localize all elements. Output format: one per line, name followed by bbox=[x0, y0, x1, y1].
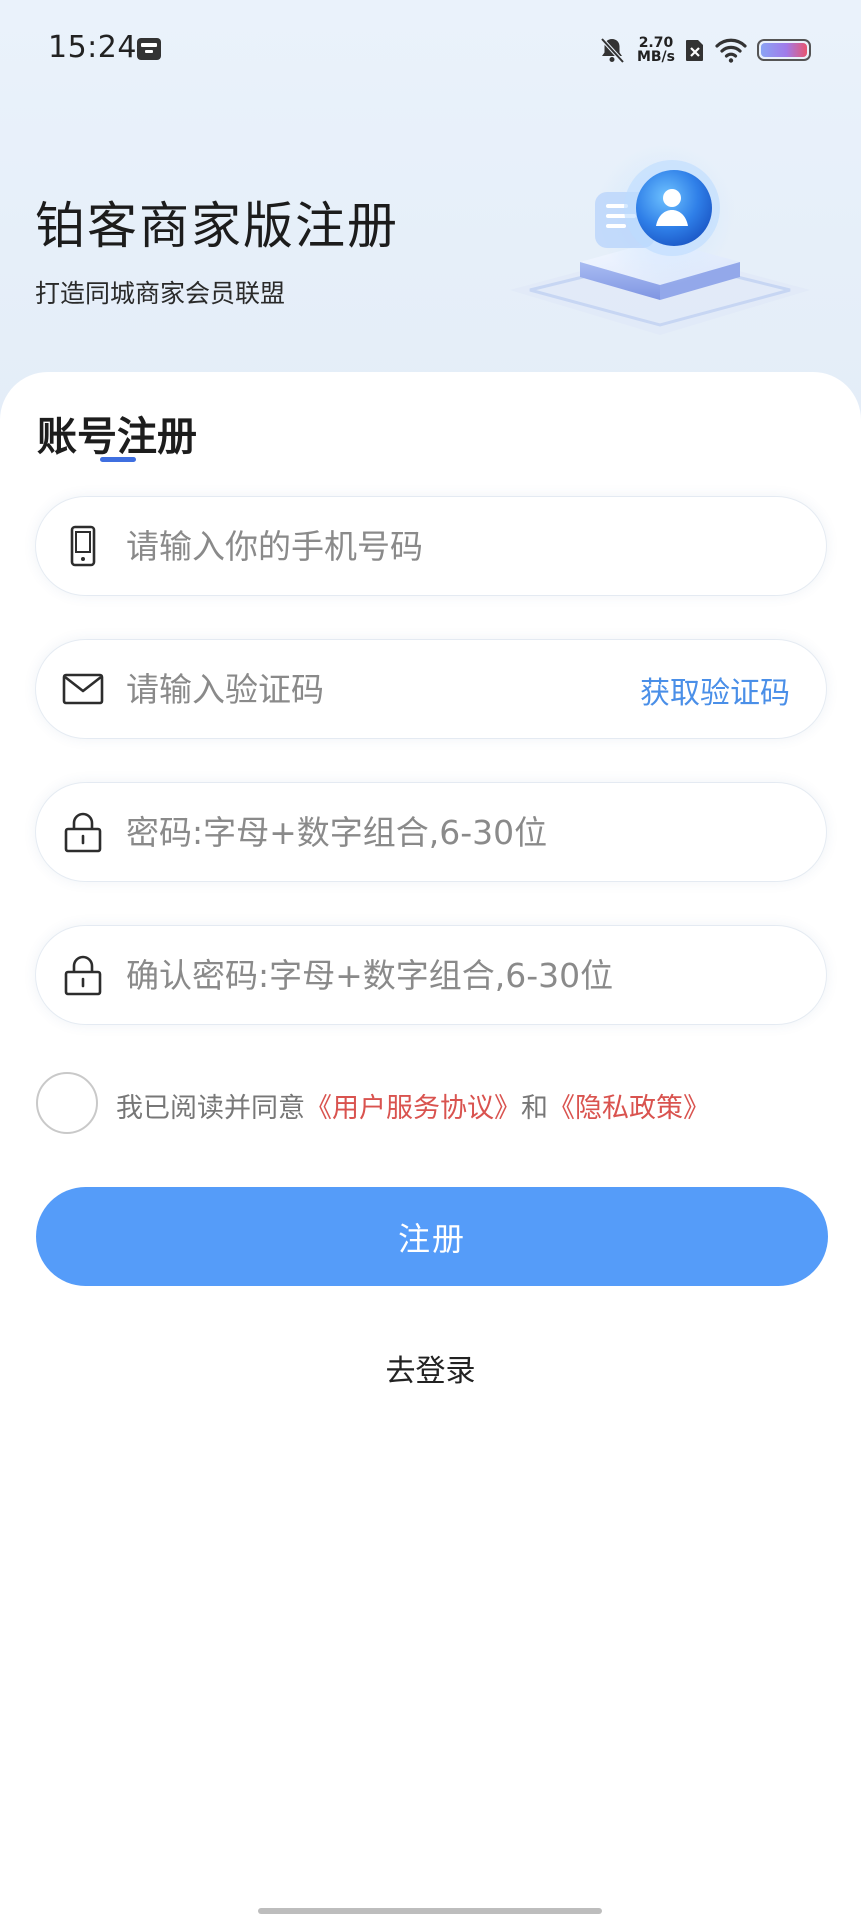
code-input[interactable] bbox=[126, 662, 646, 716]
section-title: 账号注册 bbox=[37, 414, 197, 460]
agreement-checkbox[interactable] bbox=[36, 1072, 98, 1134]
status-bar: 15:24 2.70 MB/s bbox=[0, 0, 861, 100]
network-speed-unit: MB/s bbox=[636, 49, 675, 65]
member-illustration-icon bbox=[510, 145, 810, 335]
status-icons: 2.70 MB/s bbox=[597, 30, 813, 70]
home-indicator[interactable] bbox=[258, 1908, 602, 1914]
page-subtitle: 打造同城商家会员联盟 bbox=[35, 279, 286, 308]
phone-icon bbox=[70, 525, 96, 567]
register-screen: 15:24 2.70 MB/s 铂客商家版注册 打造同城商家会员联盟 账号注册 … bbox=[0, 0, 861, 1920]
privacy-link[interactable]: 《隐私政策》 bbox=[548, 1093, 710, 1124]
status-time: 15:24 bbox=[48, 30, 137, 65]
form-card bbox=[0, 372, 861, 1920]
network-speed-value: 2.70 bbox=[638, 35, 674, 51]
phone-field[interactable] bbox=[36, 497, 826, 595]
notification-app-icon bbox=[137, 38, 161, 60]
register-button[interactable]: 注册 bbox=[36, 1187, 828, 1286]
confirm-password-input[interactable] bbox=[126, 948, 786, 1002]
agreement-and: 和 bbox=[521, 1093, 548, 1124]
lock-icon bbox=[64, 812, 102, 853]
get-code-button[interactable]: 获取验证码 bbox=[640, 668, 790, 712]
password-field[interactable] bbox=[36, 783, 826, 881]
confirm-password-field[interactable] bbox=[36, 926, 826, 1024]
battery-icon bbox=[757, 39, 811, 61]
go-login-link[interactable]: 去登录 bbox=[0, 1346, 861, 1390]
page-title: 铂客商家版注册 bbox=[35, 197, 399, 255]
agreement-text: 我已阅读并同意《用户服务协议》和《隐私政策》 bbox=[116, 1086, 710, 1125]
lock-icon bbox=[64, 955, 102, 996]
wifi-icon bbox=[715, 38, 747, 63]
password-input[interactable] bbox=[126, 805, 786, 859]
tab-underline bbox=[100, 457, 136, 462]
sim-off-icon bbox=[686, 40, 703, 61]
mail-icon bbox=[62, 673, 104, 705]
network-speed: 2.70 MB/s bbox=[637, 36, 675, 64]
bell-muted-icon bbox=[600, 37, 625, 64]
code-field[interactable]: 获取验证码 bbox=[36, 640, 826, 738]
agreement-prefix: 我已阅读并同意 bbox=[116, 1093, 305, 1124]
terms-link[interactable]: 《用户服务协议》 bbox=[305, 1093, 521, 1124]
phone-input[interactable] bbox=[126, 519, 786, 573]
agreement-row: 我已阅读并同意《用户服务协议》和《隐私政策》 bbox=[36, 1072, 826, 1134]
